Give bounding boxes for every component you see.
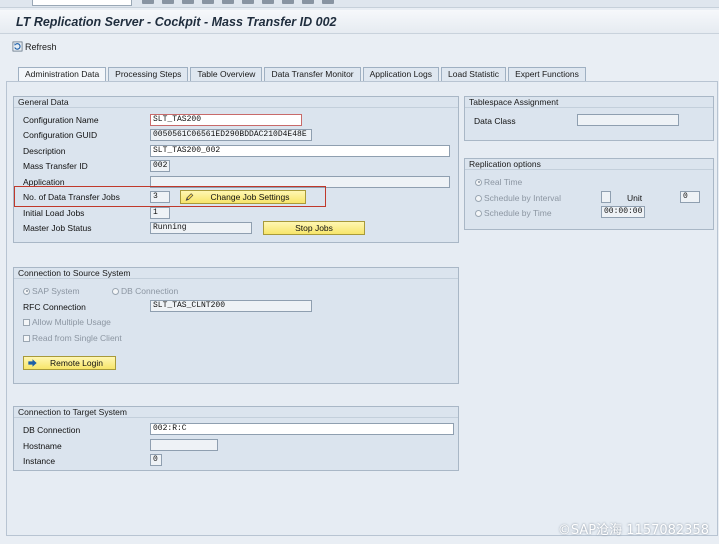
hostname-label: Hostname <box>23 441 62 451</box>
group-title: Connection to Target System <box>14 407 458 418</box>
tab-administration-data[interactable]: Administration Data <box>18 67 107 82</box>
schedule-interval-label: Schedule by Interval <box>484 193 562 203</box>
title-bar: LT Replication Server - Cockpit - Mass T… <box>0 10 719 34</box>
stop-jobs-button[interactable]: Stop Jobs <box>263 221 365 235</box>
system-toolbar <box>0 0 719 8</box>
source-connection-group: Connection to Source System SAP System D… <box>13 267 459 384</box>
data-class-field <box>577 114 679 126</box>
schedule-interval-radio[interactable]: Schedule by Interval <box>475 192 561 204</box>
config-guid-label: Configuration GUID <box>23 130 98 140</box>
db-connection-field-label: DB Connection <box>23 425 81 435</box>
command-field[interactable] <box>32 0 132 6</box>
allow-multiple-usage-label: Allow Multiple Usage <box>32 317 111 327</box>
config-name-label: Configuration Name <box>23 115 99 125</box>
db-connection-label: DB Connection <box>121 286 179 296</box>
tab-processing-steps[interactable]: Processing Steps <box>108 67 189 81</box>
instance-label: Instance <box>23 456 56 466</box>
toolbar-icon[interactable] <box>222 0 234 4</box>
sap-system-label: SAP System <box>32 286 80 296</box>
refresh-icon <box>12 41 23 52</box>
arrow-right-icon <box>28 359 37 367</box>
radio-dot <box>23 287 30 295</box>
toolbar-icon[interactable] <box>182 0 194 4</box>
toolbar-icon[interactable] <box>262 0 274 4</box>
toolbar-icon[interactable] <box>162 0 174 4</box>
toolbar-icon[interactable] <box>202 0 214 4</box>
tab-application-logs[interactable]: Application Logs <box>362 67 440 81</box>
tab-strip: Administration Data Processing Steps Tab… <box>18 67 588 82</box>
highlight-box <box>14 186 326 207</box>
application-toolbar: Refresh <box>0 36 719 58</box>
config-name-field[interactable]: SLT_TAS200 <box>150 114 302 126</box>
toolbar-icon[interactable] <box>302 0 314 4</box>
instance-field: 0 <box>150 454 162 466</box>
radio-dot <box>475 178 482 186</box>
tablespace-group: Tablespace Assignment Data Class <box>464 96 714 141</box>
radio-dot <box>475 209 482 217</box>
master-job-status-field: Running <box>150 222 252 234</box>
radio-dot <box>112 287 119 295</box>
group-title: Connection to Source System <box>14 268 458 279</box>
group-title: General Data <box>14 97 458 108</box>
rfc-connection-label: RFC Connection <box>23 302 86 312</box>
remote-login-label: Remote Login <box>50 358 103 368</box>
page-title: LT Replication Server - Cockpit - Mass T… <box>16 15 337 29</box>
real-time-radio[interactable]: Real Time <box>475 176 522 188</box>
target-connection-group: Connection to Target System DB Connectio… <box>13 406 459 471</box>
unit-label: Unit <box>627 193 643 203</box>
toolbar-icon[interactable] <box>142 0 154 4</box>
tab-data-transfer-monitor[interactable]: Data Transfer Monitor <box>264 67 361 81</box>
toolbar-icons <box>142 0 422 6</box>
group-title: Replication options <box>465 159 713 170</box>
remote-login-button[interactable]: Remote Login <box>23 356 116 370</box>
description-label: Description <box>23 146 66 156</box>
description-field[interactable]: SLT_TAS200_002 <box>150 145 450 157</box>
general-data-group: General Data Configuration Name SLT_TAS2… <box>13 96 459 243</box>
schedule-time-label: Schedule by Time <box>484 208 552 218</box>
checkbox-box <box>23 334 30 342</box>
radio-dot <box>475 194 482 202</box>
db-connection-field[interactable]: 002:R:C <box>150 423 454 435</box>
mass-transfer-id-field: 002 <box>150 160 170 172</box>
watermark: ©SAP沧海 1157082358 <box>557 523 709 538</box>
master-job-status-label: Master Job Status <box>23 223 92 233</box>
replication-options-group: Replication options Real Time Schedule b… <box>464 158 714 230</box>
initial-load-jobs-field: 1 <box>150 207 170 219</box>
initial-load-jobs-label: Initial Load Jobs <box>23 208 85 218</box>
tab-table-overview[interactable]: Table Overview <box>190 67 263 81</box>
hostname-field <box>150 439 218 451</box>
toolbar-icon[interactable] <box>322 0 334 4</box>
group-title: Tablespace Assignment <box>465 97 713 108</box>
toolbar-icon[interactable] <box>282 0 294 4</box>
read-single-client-label: Read from Single Client <box>32 333 122 343</box>
tab-load-statistic[interactable]: Load Statistic <box>441 67 507 81</box>
refresh-label: Refresh <box>25 41 57 52</box>
config-guid-field: 0050561C06561ED290BDDAC210D4E48E <box>150 129 312 141</box>
tab-expert-functions[interactable]: Expert Functions <box>508 67 586 81</box>
schedule-time-field: 00:00:00 <box>601 206 645 218</box>
toolbar-icon[interactable] <box>242 0 254 4</box>
unit-field: 0 <box>680 191 700 203</box>
data-class-label: Data Class <box>474 116 516 126</box>
rfc-connection-field: SLT_TAS_CLNT200 <box>150 300 312 312</box>
interval-field <box>601 191 611 203</box>
refresh-button[interactable]: Refresh <box>12 41 57 52</box>
tab-content: General Data Configuration Name SLT_TAS2… <box>6 81 718 536</box>
sap-system-radio[interactable]: SAP System <box>23 285 80 297</box>
mass-transfer-id-label: Mass Transfer ID <box>23 161 88 171</box>
db-connection-radio[interactable]: DB Connection <box>112 285 178 297</box>
checkbox-box <box>23 318 30 326</box>
schedule-time-radio[interactable]: Schedule by Time <box>475 207 552 219</box>
real-time-label: Real Time <box>484 177 523 187</box>
read-single-client-checkbox[interactable]: Read from Single Client <box>23 332 122 344</box>
allow-multiple-usage-checkbox[interactable]: Allow Multiple Usage <box>23 316 111 328</box>
